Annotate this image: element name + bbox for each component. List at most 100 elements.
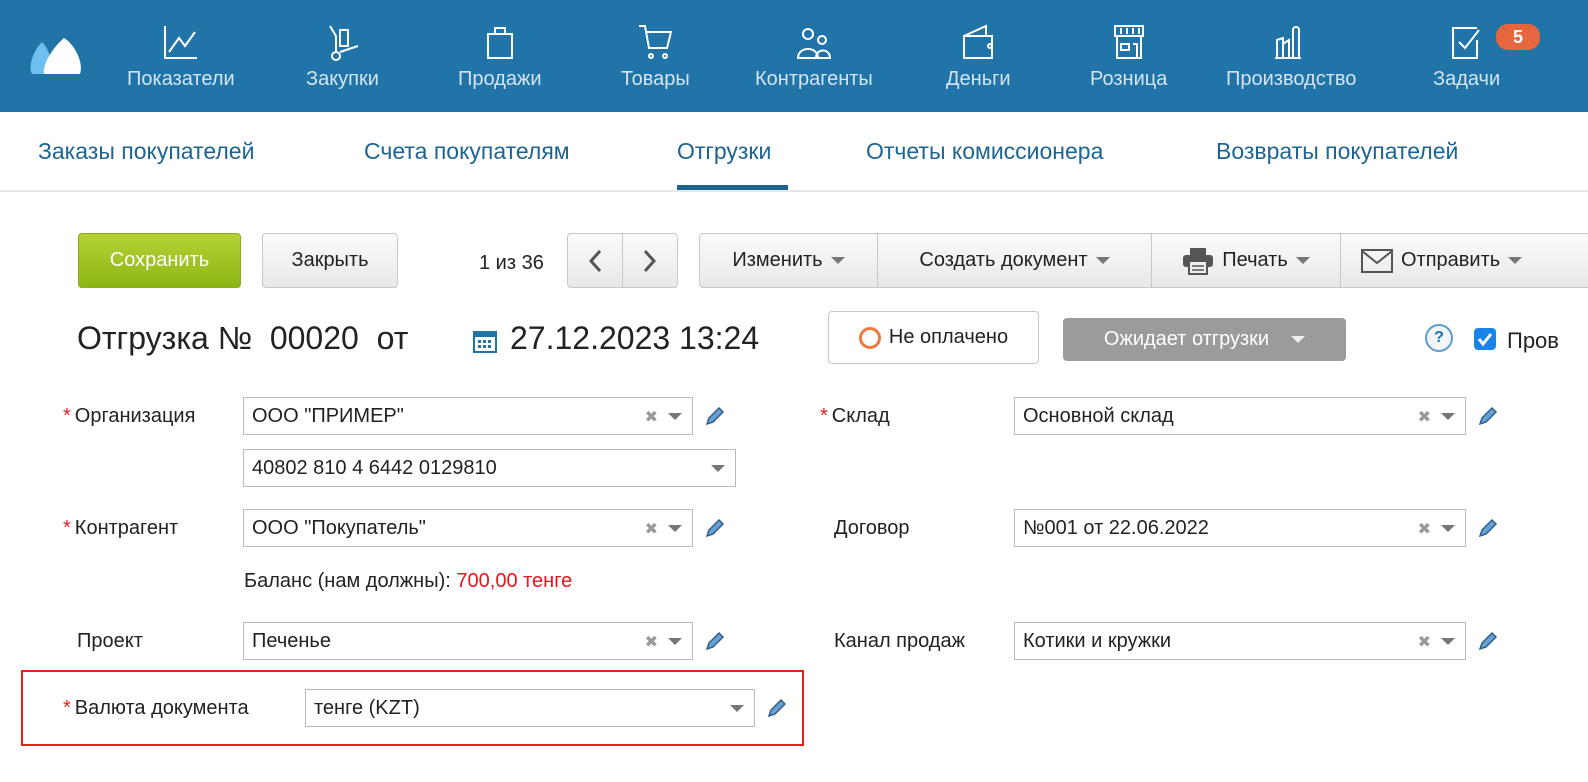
edit-dropdown[interactable]: Изменить: [699, 233, 878, 288]
nav-zadachi[interactable]: Задачи: [1433, 22, 1500, 91]
caret-down-icon[interactable]: [711, 465, 725, 472]
project-field[interactable]: Печенье ✖: [243, 622, 693, 660]
chevron-left-icon: [588, 249, 602, 272]
currency-label: * Валюта документа: [63, 697, 249, 719]
help-icon[interactable]: ?: [1425, 324, 1453, 352]
unpaid-circle-icon: [858, 326, 881, 349]
pencil-icon[interactable]: [766, 697, 788, 719]
counterparty-field[interactable]: ООО "Покупатель" ✖: [243, 509, 693, 547]
clear-icon[interactable]: ✖: [1418, 519, 1431, 539]
balance-value: 700,00 тенге: [456, 570, 573, 592]
print-label: Печать: [1222, 249, 1288, 271]
caret-down-icon: [1095, 257, 1110, 264]
pencil-icon[interactable]: [1477, 517, 1499, 539]
page-title: Отгрузка № 00020 от: [77, 320, 408, 357]
nav-kontragenty[interactable]: Контрагенты: [755, 22, 873, 91]
printer-icon: [1183, 247, 1214, 275]
clear-icon[interactable]: ✖: [645, 519, 658, 539]
store-icon: [1113, 25, 1144, 59]
account-field[interactable]: 40802 810 4 6442 0129810: [243, 449, 736, 487]
caret-down-icon: [1508, 257, 1523, 264]
tab-vozvraty[interactable]: Возвраты покупателей: [1216, 138, 1458, 165]
nav-tovary[interactable]: Товары: [621, 22, 690, 91]
doc-number[interactable]: 00020: [270, 320, 359, 356]
nav-dengi[interactable]: Деньги: [946, 22, 1011, 91]
tab-otgruzki[interactable]: Отгрузки: [677, 138, 771, 165]
nav-label: Товары: [621, 68, 690, 90]
print-dropdown[interactable]: Печать: [1151, 233, 1341, 288]
tab-scheta[interactable]: Счета покупателям: [364, 138, 570, 165]
payment-status-label: Не оплачено: [888, 326, 1009, 348]
caret-down-icon[interactable]: [1441, 413, 1455, 420]
tab-otchety[interactable]: Отчеты комиссионера: [866, 138, 1103, 165]
clear-icon[interactable]: ✖: [645, 632, 658, 652]
doc-from: от: [376, 320, 409, 356]
chevron-right-icon: [643, 249, 657, 272]
pencil-icon[interactable]: [1477, 405, 1499, 427]
factory-icon: [1275, 26, 1302, 59]
clear-icon[interactable]: ✖: [645, 407, 658, 427]
posted-checkbox[interactable]: [1474, 328, 1496, 350]
nav-label: Закупки: [306, 68, 379, 90]
next-button[interactable]: [622, 233, 678, 288]
create-document-dropdown[interactable]: Создать документ: [877, 233, 1152, 288]
save-button[interactable]: Сохранить: [78, 233, 241, 288]
org-field[interactable]: ООО "ПРИМЕР" ✖: [243, 397, 693, 435]
state-label: Ожидает отгрузки: [1103, 328, 1270, 350]
payment-status-button[interactable]: Не оплачено: [828, 311, 1039, 364]
nav-label: Показатели: [127, 68, 235, 90]
top-navigation: Показатели Закупки Продажи Товары Контра…: [0, 0, 1588, 112]
contract-label: Договор: [834, 517, 910, 539]
shopping-bag-icon: [486, 27, 513, 59]
prev-button[interactable]: [567, 233, 623, 288]
nav-proizvodstvo[interactable]: Производство: [1226, 22, 1356, 91]
nav-zakupki[interactable]: Закупки: [306, 22, 379, 91]
create-doc-label: Создать документ: [919, 249, 1088, 271]
nav-label: Деньги: [946, 68, 1011, 90]
contract-field[interactable]: №001 от 22.06.2022 ✖: [1014, 509, 1466, 547]
caret-down-icon[interactable]: [1441, 638, 1455, 645]
active-tab-indicator: [677, 185, 788, 190]
caret-down-icon[interactable]: [1441, 525, 1455, 532]
pencil-icon[interactable]: [1477, 630, 1499, 652]
doc-title: Отгрузка №: [77, 320, 253, 356]
counterparty-label: * Контрагент: [63, 517, 179, 539]
state-dropdown[interactable]: Ожидает отгрузки: [1063, 318, 1346, 361]
nav-label: Розница: [1090, 68, 1168, 90]
nav-label: Задачи: [1433, 68, 1501, 90]
caret-down-icon: [830, 257, 845, 264]
pencil-icon[interactable]: [704, 630, 726, 652]
caret-down-icon[interactable]: [730, 705, 744, 712]
wallet-icon: [963, 24, 994, 59]
currency-field[interactable]: тенге (KZT): [305, 689, 755, 727]
caret-down-icon[interactable]: [668, 413, 682, 420]
channel-field[interactable]: Котики и кружки ✖: [1014, 622, 1466, 660]
org-label: * Организация: [63, 405, 196, 427]
nav-prodazhi[interactable]: Продажи: [458, 22, 542, 91]
caret-down-icon: [1295, 257, 1310, 264]
send-dropdown[interactable]: Отправить: [1340, 233, 1588, 288]
hand-truck-icon: [329, 25, 359, 61]
clear-icon[interactable]: ✖: [1418, 632, 1431, 652]
sub-navigation: Заказы покупателей Счета покупателям Отг…: [0, 112, 1588, 192]
nav-label: Продажи: [458, 68, 542, 90]
nav-pokazateli[interactable]: Показатели: [127, 22, 235, 91]
pencil-icon[interactable]: [704, 405, 726, 427]
send-label: Отправить: [1401, 249, 1501, 271]
project-label: Проект: [77, 630, 143, 652]
warehouse-field[interactable]: Основной склад ✖: [1014, 397, 1466, 435]
close-button[interactable]: Закрыть: [262, 233, 398, 288]
channel-label: Канал продаж: [834, 630, 965, 652]
warehouse-label: * Склад: [820, 405, 890, 427]
caret-down-icon[interactable]: [668, 638, 682, 645]
nav-roznitsa[interactable]: Розница: [1090, 22, 1167, 91]
pencil-icon[interactable]: [704, 517, 726, 539]
clear-icon[interactable]: ✖: [1418, 407, 1431, 427]
chart-line-icon: [163, 26, 197, 59]
calendar-icon[interactable]: [473, 329, 497, 353]
doc-datetime[interactable]: 27.12.2023 13:24: [510, 320, 759, 357]
logo-icon[interactable]: [28, 38, 82, 76]
nav-label: Контрагенты: [755, 68, 873, 90]
tab-zakazy[interactable]: Заказы покупателей: [38, 138, 254, 165]
caret-down-icon[interactable]: [668, 525, 682, 532]
